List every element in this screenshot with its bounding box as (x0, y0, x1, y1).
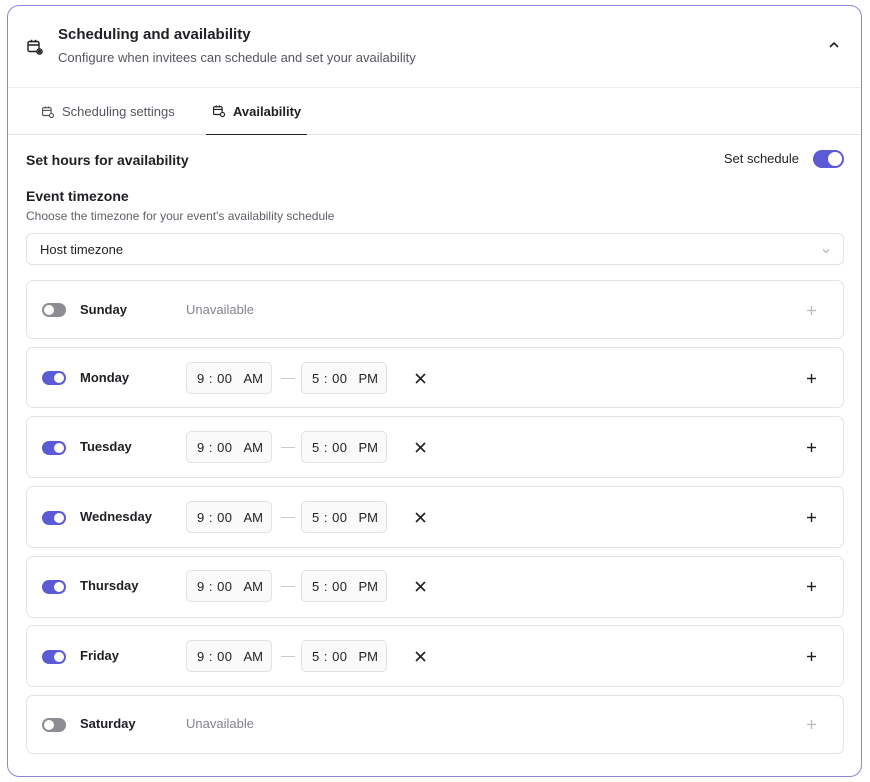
toggle-knob (54, 652, 64, 662)
start-ampm: AM (243, 510, 264, 525)
timezone-select[interactable]: Host timezone (26, 233, 844, 265)
end-time: 5 : 00 (312, 440, 348, 455)
close-icon[interactable] (415, 581, 426, 592)
start-time-input[interactable]: 9 : 00 AM (186, 362, 272, 394)
end-ampm: PM (358, 510, 379, 525)
timezone-title: Event timezone (26, 188, 129, 204)
day-name: Tuesday (80, 439, 132, 454)
day-toggle[interactable] (42, 371, 66, 385)
end-ampm: PM (358, 649, 379, 664)
plus-icon[interactable] (806, 651, 817, 662)
chevron-up-icon[interactable] (827, 38, 841, 52)
start-time-input[interactable]: 9 : 00 AM (186, 431, 272, 463)
calendar-settings-icon (27, 39, 43, 55)
tab-label: Availability (233, 103, 302, 119)
day-name: Monday (80, 370, 130, 385)
calendar-settings-icon (212, 105, 226, 118)
toggle-knob (44, 305, 54, 315)
end-ampm: PM (358, 371, 379, 386)
time-separator (281, 586, 295, 587)
end-ampm: PM (358, 440, 379, 455)
day-toggle[interactable] (42, 303, 66, 317)
end-time: 5 : 00 (312, 579, 348, 594)
start-time-input[interactable]: 9 : 00 AM (186, 570, 272, 602)
plus-icon[interactable] (806, 512, 817, 523)
unavailable-label: Unavailable (186, 302, 254, 317)
timezone-select-value: Host timezone (40, 242, 124, 257)
end-time-input[interactable]: 5 : 00 PM (301, 501, 387, 533)
start-ampm: AM (243, 371, 264, 386)
time-separator (281, 517, 295, 518)
card-header[interactable]: Scheduling and availability Configure wh… (8, 6, 861, 88)
start-time: 9 : 00 (197, 649, 233, 664)
day-row-thursday: Thursday 9 : 00 AM 5 : 00 PM (26, 556, 844, 618)
section-title: Set hours for availability (26, 152, 189, 168)
end-time: 5 : 00 (312, 510, 348, 525)
scheduling-card: Scheduling and availability Configure wh… (7, 5, 862, 777)
day-toggle[interactable] (42, 511, 66, 525)
start-time-input[interactable]: 9 : 00 AM (186, 501, 272, 533)
set-schedule-toggle[interactable] (813, 150, 844, 168)
start-time-input[interactable]: 9 : 00 AM (186, 640, 272, 672)
day-row-saturday: Saturday Unavailable (26, 695, 844, 754)
chevron-down-icon (822, 249, 830, 254)
close-icon[interactable] (415, 651, 426, 662)
start-time: 9 : 00 (197, 579, 233, 594)
time-separator (281, 656, 295, 657)
day-row-wednesday: Wednesday 9 : 00 AM 5 : 00 PM (26, 486, 844, 548)
toggle-knob (44, 720, 54, 730)
time-separator (281, 378, 295, 379)
card-title: Scheduling and availability (58, 26, 251, 43)
day-toggle[interactable] (42, 441, 66, 455)
end-ampm: PM (358, 579, 379, 594)
day-name: Wednesday (80, 509, 153, 524)
day-row-monday: Monday 9 : 00 AM 5 : 00 PM (26, 347, 844, 408)
day-name: Thursday (80, 578, 139, 593)
end-time: 5 : 00 (312, 649, 348, 664)
tab-scheduling-settings[interactable]: Scheduling settings (35, 88, 181, 135)
end-time: 5 : 00 (312, 371, 348, 386)
set-schedule-label: Set schedule (723, 151, 799, 166)
day-toggle[interactable] (42, 650, 66, 664)
close-icon[interactable] (415, 512, 426, 523)
tab-label: Scheduling settings (62, 104, 175, 119)
end-time-input[interactable]: 5 : 00 PM (301, 362, 387, 394)
end-time-input[interactable]: 5 : 00 PM (301, 431, 387, 463)
day-name: Saturday (80, 716, 136, 731)
toggle-knob (54, 513, 64, 523)
start-ampm: AM (243, 649, 264, 664)
plus-icon[interactable] (806, 719, 817, 730)
start-ampm: AM (243, 579, 264, 594)
day-toggle[interactable] (42, 580, 66, 594)
plus-icon[interactable] (806, 305, 817, 316)
card-subtitle: Configure when invitees can schedule and… (58, 50, 416, 65)
start-time: 9 : 00 (197, 371, 233, 386)
day-row-tuesday: Tuesday 9 : 00 AM 5 : 00 PM (26, 416, 844, 478)
day-name: Sunday (80, 302, 127, 317)
calendar-settings-icon (41, 105, 55, 118)
tab-bar: Scheduling settings Availability (8, 88, 861, 135)
start-ampm: AM (243, 440, 264, 455)
day-row-sunday: Sunday Unavailable (26, 280, 844, 339)
unavailable-label: Unavailable (186, 716, 254, 731)
time-separator (281, 447, 295, 448)
plus-icon[interactable] (806, 373, 817, 384)
day-row-friday: Friday 9 : 00 AM 5 : 00 PM (26, 625, 844, 687)
start-time: 9 : 00 (197, 510, 233, 525)
plus-icon[interactable] (806, 581, 817, 592)
toggle-knob (828, 152, 842, 166)
tab-availability[interactable]: Availability (206, 88, 308, 135)
toggle-knob (54, 582, 64, 592)
day-name: Friday (80, 648, 120, 663)
end-time-input[interactable]: 5 : 00 PM (301, 570, 387, 602)
day-toggle[interactable] (42, 718, 66, 732)
close-icon[interactable] (415, 442, 426, 453)
plus-icon[interactable] (806, 442, 817, 453)
toggle-knob (54, 373, 64, 383)
close-icon[interactable] (415, 373, 426, 384)
start-time: 9 : 00 (197, 440, 233, 455)
timezone-description: Choose the timezone for your event's ava… (26, 209, 335, 223)
end-time-input[interactable]: 5 : 00 PM (301, 640, 387, 672)
toggle-knob (54, 443, 64, 453)
